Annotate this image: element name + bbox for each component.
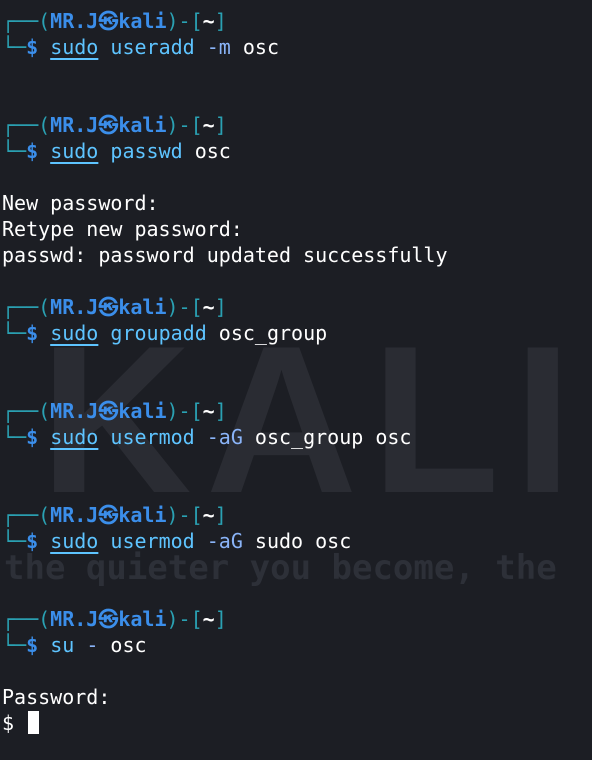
kali-dragon-icon: ㉿ [98, 295, 119, 319]
prompt-header: ┌──(MR.J㉿kali)-[~] [2, 295, 227, 319]
terminal-window[interactable]: KALI L the quieter you become, the ┌──(M… [0, 0, 592, 760]
kali-dragon-icon: ㉿ [98, 503, 119, 527]
kali-dragon-icon: ㉿ [98, 399, 119, 423]
command-line: └─$ sudo usermod -aG sudo osc [2, 529, 352, 553]
kali-dragon-icon: ㉿ [98, 9, 119, 33]
text-cursor[interactable] [28, 711, 40, 734]
kali-dragon-icon: ㉿ [98, 607, 119, 631]
prompt-header: ┌──(MR.J㉿kali)-[~] [2, 503, 227, 527]
command-output: Retype new password: [2, 217, 243, 241]
password-prompt: Password: [2, 685, 111, 709]
command-line: └─$ sudo passwd osc [2, 139, 231, 163]
prompt-header: ┌──(MR.J㉿kali)-[~] [2, 9, 227, 33]
command-output: New password: [2, 191, 159, 215]
command-output: passwd: password updated successfully [2, 243, 448, 267]
command-line: └─$ sudo usermod -aG osc_group osc [2, 425, 412, 449]
shell-prompt: $ [2, 711, 15, 735]
prompt-header: ┌──(MR.J㉿kali)-[~] [2, 113, 227, 137]
kali-dragon-icon: ㉿ [98, 113, 119, 137]
command-line: └─$ sudo groupadd osc_group [2, 321, 328, 345]
terminal-output: ┌──(MR.J㉿kali)-[~] └─$ sudo useradd -m o… [0, 0, 592, 736]
shell-input-line[interactable]: $ [2, 710, 592, 736]
prompt-header: ┌──(MR.J㉿kali)-[~] [2, 607, 227, 631]
prompt-header: ┌──(MR.J㉿kali)-[~] [2, 399, 227, 423]
command-line: └─$ sudo useradd -m osc [2, 35, 280, 59]
command-line: └─$ su - osc [2, 633, 147, 657]
